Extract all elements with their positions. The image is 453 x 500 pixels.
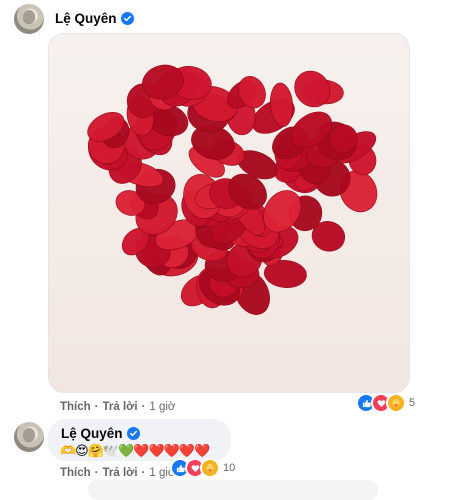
post-photo[interactable] [48, 33, 410, 393]
care-icon [386, 393, 406, 413]
rose-petal [294, 70, 331, 108]
reply-emoji-text: 🫶😍🤗🕊️💚❤️❤️❤️❤️❤️ [60, 443, 210, 458]
verified-badge-icon [120, 12, 134, 25]
care-icon [200, 458, 220, 478]
verified-badge-icon [126, 427, 140, 440]
post-reactions[interactable]: 5 [356, 393, 415, 413]
post-author-name[interactable]: Lệ Quyên [55, 11, 117, 26]
next-comment-preview [88, 480, 378, 500]
separator-dot: · [141, 467, 146, 479]
reply-actions: Thích · Trả lời · 1 giờ [60, 467, 175, 479]
reaction-count: 5 [409, 397, 416, 409]
rose-petal-heart-image [87, 64, 378, 315]
post-actions: Thích · Trả lời · 1 giờ [60, 401, 175, 413]
reply-link[interactable]: Trả lời [103, 467, 138, 479]
separator-dot: · [94, 467, 99, 479]
reply-author-avatar[interactable] [14, 422, 44, 452]
post-author-row: Lệ Quyên [55, 11, 134, 26]
separator-dot: · [141, 401, 146, 413]
reply-link[interactable]: Trả lời [103, 401, 138, 413]
reply-author-row: Lệ Quyên [61, 426, 140, 441]
timestamp[interactable]: 1 giờ [149, 401, 175, 413]
like-link[interactable]: Thích [60, 401, 91, 413]
reaction-count: 10 [223, 462, 236, 474]
like-link[interactable]: Thích [60, 467, 91, 479]
separator-dot: · [94, 401, 99, 413]
reply-author-name[interactable]: Lệ Quyên [61, 426, 123, 441]
author-avatar[interactable] [14, 4, 44, 34]
reply-reactions[interactable]: 10 [170, 458, 235, 478]
